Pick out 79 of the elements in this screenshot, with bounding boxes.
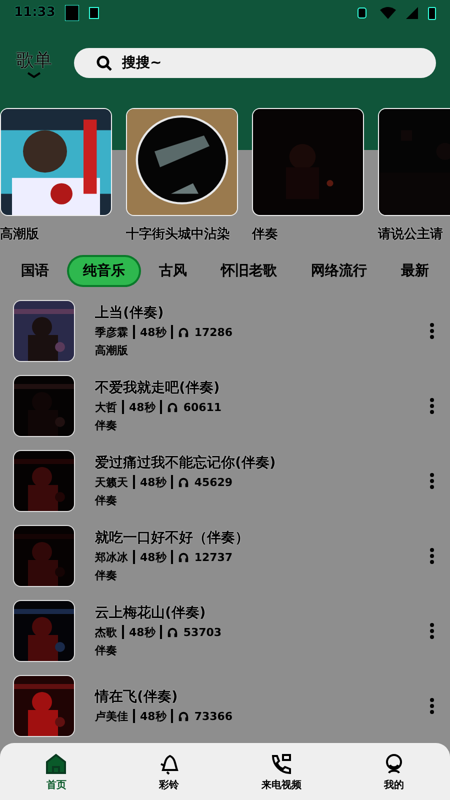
song-cover[interactable]: [13, 524, 75, 586]
song-tag: 伴奏: [95, 642, 408, 658]
song-artist: 天籁天: [95, 474, 128, 490]
search-input[interactable]: 搜搜~: [120, 54, 414, 72]
song-tag: 伴奏: [95, 492, 408, 508]
wifi-icon: [380, 6, 396, 18]
more-button[interactable]: [428, 320, 436, 340]
song-cover[interactable]: [13, 674, 75, 736]
playlist-title: 高潮版: [0, 226, 40, 243]
more-button[interactable]: [428, 696, 436, 716]
song-cover[interactable]: [13, 600, 75, 662]
song-tag: 伴奏: [95, 568, 408, 582]
song-title: 云上梅花山(伴奏): [95, 604, 207, 622]
song-tag: 高潮版: [95, 342, 408, 358]
headphones-icon: [167, 626, 178, 638]
song-title: 爱过痛过我不能忘记你(伴奏): [95, 454, 277, 472]
song-duration: 48秒: [140, 324, 166, 340]
more-icon: [430, 548, 434, 564]
category-tab[interactable]: 网络流行: [297, 257, 381, 285]
signal-icon: [406, 6, 418, 18]
song-artist: 卢美佳: [95, 708, 128, 724]
song-cover[interactable]: [13, 450, 75, 512]
category-tab[interactable]: 古风: [145, 257, 201, 285]
notification-icon: [89, 6, 100, 18]
more-button[interactable]: [428, 546, 436, 566]
song-title: 就吃一口好不好（伴奏）: [95, 528, 250, 546]
play-count: 45629: [194, 476, 233, 488]
phone-icon: [269, 752, 294, 776]
play-count: 17286: [194, 326, 233, 338]
chevron-down-icon: [27, 72, 41, 78]
status-time: 11:33: [14, 5, 56, 20]
song-tag: 伴奏: [95, 418, 408, 432]
song-artist: 季彦霖: [95, 324, 128, 340]
headphones-icon: [178, 476, 190, 488]
song-cover[interactable]: [13, 374, 75, 436]
category-tab[interactable]: 国语: [7, 257, 63, 285]
nav-tab[interactable]: 首页: [16, 750, 96, 792]
song-duration: 48秒: [140, 474, 166, 490]
more-icon: [430, 322, 434, 338]
search-icon: [96, 54, 112, 70]
nav-tab[interactable]: 我的: [354, 750, 434, 792]
category-tab[interactable]: 最新: [387, 257, 443, 285]
more-icon: [430, 472, 434, 488]
song-duration: 48秒: [129, 624, 156, 640]
play-count: 53703: [183, 626, 222, 638]
more-button[interactable]: [428, 470, 436, 490]
headphones-icon: [167, 402, 178, 412]
notification-icon: [65, 4, 80, 20]
more-button[interactable]: [428, 396, 436, 416]
battery-icon: [428, 6, 436, 20]
play-count: 73366: [194, 710, 233, 722]
song-title: 不爱我就走吧(伴奏): [95, 378, 221, 396]
song-duration: 48秒: [140, 708, 166, 724]
nav-tab[interactable]: 彩铃: [128, 750, 209, 792]
category-tab[interactable]: 纯音乐: [69, 257, 139, 285]
more-icon: [430, 698, 434, 714]
playlist-title: 十字街头城中沾染: [126, 226, 231, 243]
nav-tab[interactable]: 来电视频: [241, 750, 322, 792]
more-icon: [430, 622, 434, 638]
more-icon: [430, 398, 434, 414]
playlist-title: 请说公主请: [378, 226, 444, 243]
playlist-title: 伴奏: [252, 226, 279, 243]
category-tab[interactable]: 怀旧老歌: [207, 257, 291, 285]
song-artist: 大哲: [95, 400, 117, 414]
song-duration: 48秒: [140, 550, 166, 564]
search-field[interactable]: 搜搜~: [74, 48, 436, 78]
more-button[interactable]: [428, 620, 436, 640]
song-duration: 48秒: [129, 400, 156, 414]
headphones-icon: [178, 326, 190, 338]
song-artist: 郑冰冰: [95, 550, 128, 564]
home-icon: [44, 752, 68, 776]
play-count: 12737: [194, 550, 233, 564]
play-count: 60611: [183, 400, 222, 414]
song-title: 上当(伴奏): [95, 304, 165, 322]
song-title: 情在飞(伴奏): [95, 688, 179, 706]
song-cover[interactable]: [13, 300, 75, 362]
headphones-icon: [178, 552, 190, 562]
song-artist: 杰歌: [95, 624, 117, 640]
headphones-icon: [178, 710, 190, 722]
